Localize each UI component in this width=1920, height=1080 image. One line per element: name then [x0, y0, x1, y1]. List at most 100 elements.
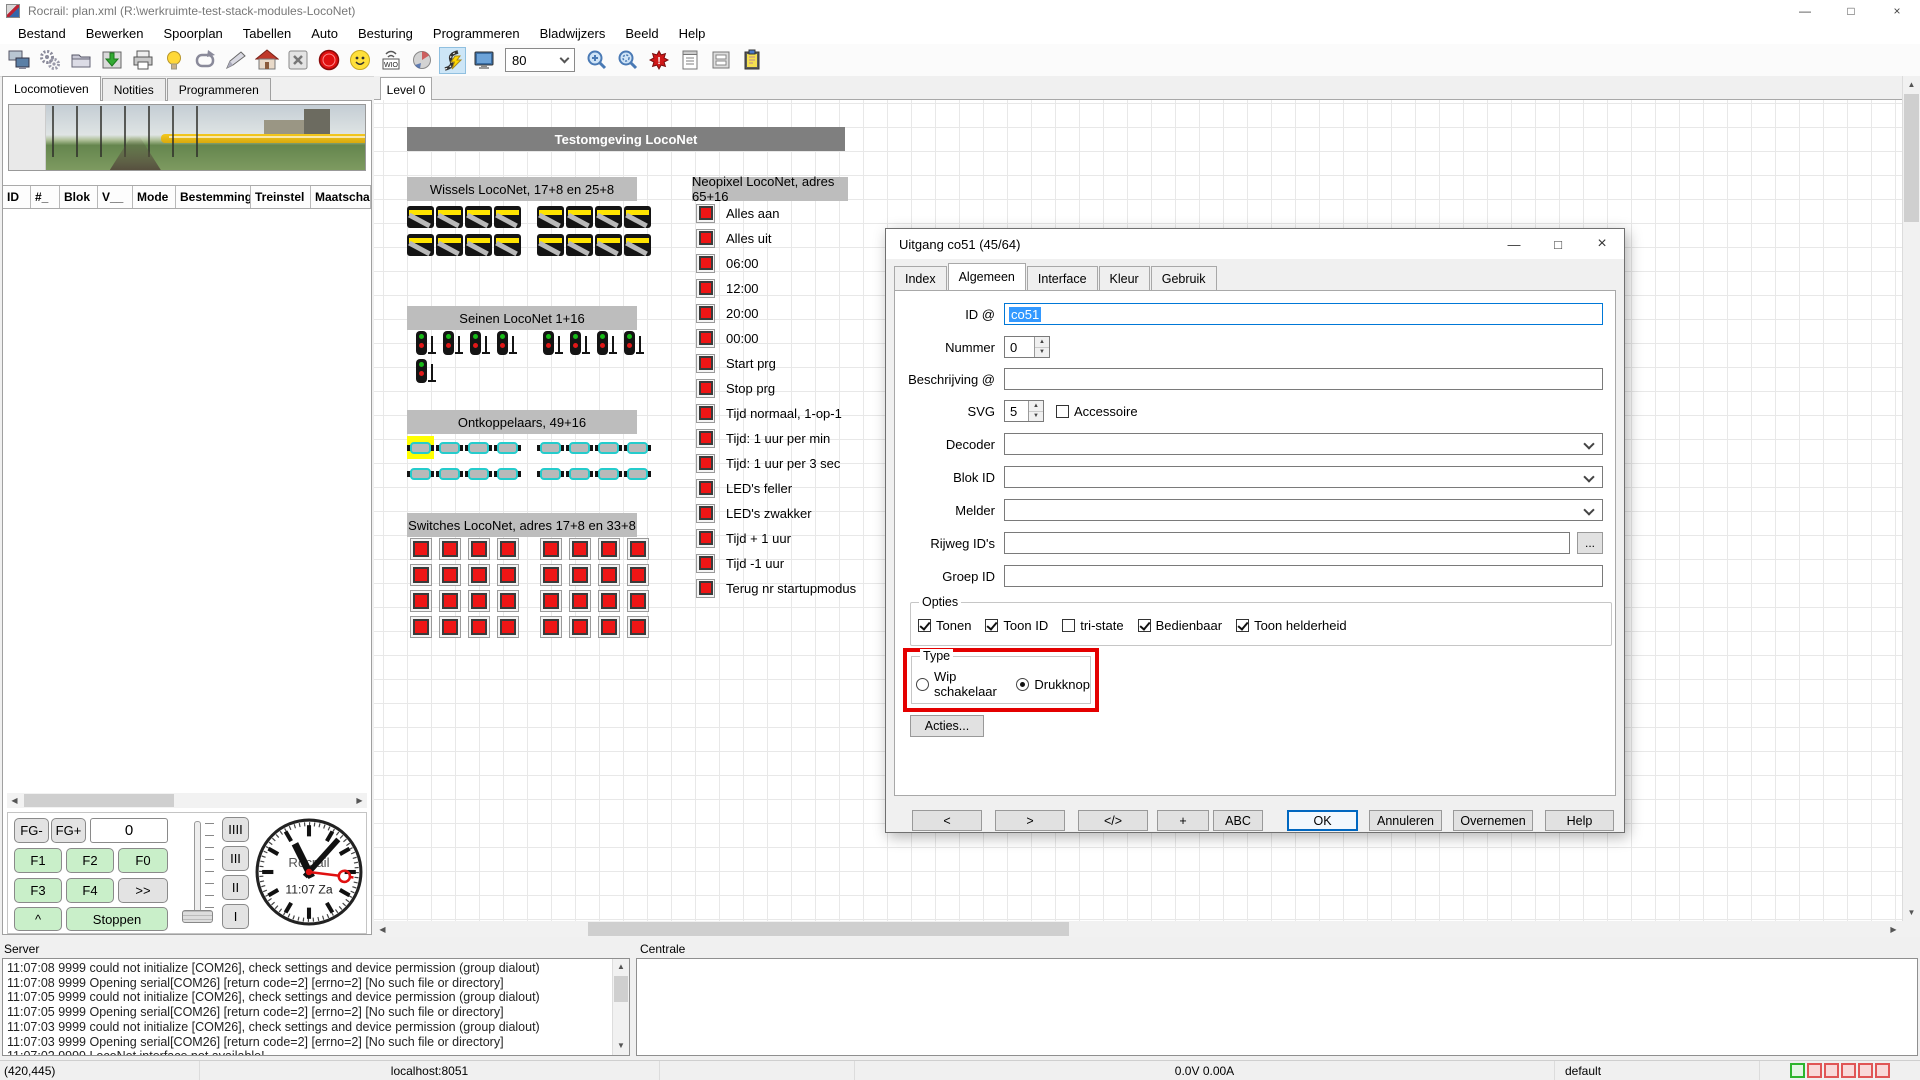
lamp-icon[interactable]	[160, 47, 187, 74]
tab-level0[interactable]: Level 0	[380, 77, 432, 101]
dialog-minimize-button[interactable]: —	[1492, 229, 1536, 259]
menu-bladwijzers[interactable]: Bladwijzers	[530, 26, 616, 41]
step1-button[interactable]: I	[222, 904, 249, 929]
refresh-loop-icon[interactable]	[191, 47, 218, 74]
f4-button[interactable]: F4	[66, 878, 114, 903]
dialog-maximize-button[interactable]: □	[1536, 229, 1580, 259]
menu-beeld[interactable]: Beeld	[615, 26, 668, 41]
step4-button[interactable]: IIII	[222, 817, 249, 842]
fg-plus-button[interactable]: FG+	[51, 818, 86, 843]
step3-button[interactable]: III	[222, 846, 249, 871]
signal-symbol[interactable]	[468, 331, 492, 357]
output-button[interactable]	[439, 538, 461, 560]
decoder-combobox[interactable]	[1004, 433, 1603, 455]
scroll-right-icon[interactable]: ▶	[1885, 921, 1902, 937]
zoom-in-icon[interactable]	[583, 47, 610, 74]
output-button[interactable]	[696, 579, 715, 598]
output-button[interactable]	[696, 204, 715, 223]
turnout-symbol[interactable]	[407, 206, 434, 228]
vscroll-thumb[interactable]	[614, 976, 628, 1002]
hscroll-thumb[interactable]	[24, 794, 174, 807]
output-button[interactable]	[696, 529, 715, 548]
tab-interface[interactable]: Interface	[1027, 266, 1098, 290]
turnout-symbol[interactable]	[566, 234, 593, 256]
output-button[interactable]	[569, 538, 591, 560]
melder-combobox[interactable]	[1004, 499, 1603, 521]
monitor-icon[interactable]	[470, 47, 497, 74]
output-button[interactable]	[540, 616, 562, 638]
notes-icon[interactable]	[676, 47, 703, 74]
add-button[interactable]: +	[1157, 810, 1209, 831]
plan-hscrollbar[interactable]: ◀ ▶	[374, 921, 1902, 937]
alert-star-icon[interactable]: !	[645, 47, 672, 74]
settings-gears-icon[interactable]	[36, 47, 63, 74]
col-mode[interactable]: Mode	[133, 186, 176, 208]
signal-symbol[interactable]	[622, 331, 646, 357]
tab-algemeen[interactable]: Algemeen	[948, 263, 1026, 290]
menu-bewerken[interactable]: Bewerken	[76, 26, 154, 41]
vscroll-thumb[interactable]	[1904, 94, 1919, 222]
id-input[interactable]: co51	[1004, 303, 1603, 325]
tri-state-checkbox[interactable]: tri-state	[1062, 618, 1123, 633]
help-button[interactable]: Help	[1545, 810, 1614, 831]
output-button[interactable]	[696, 304, 715, 323]
output-button[interactable]	[598, 590, 620, 612]
toon-id-checkbox[interactable]: Toon ID	[985, 618, 1048, 633]
signal-symbol[interactable]	[495, 331, 519, 357]
hscroll-thumb[interactable]	[588, 922, 1069, 936]
output-button[interactable]	[696, 454, 715, 473]
save-icon[interactable]	[98, 47, 125, 74]
signal-symbol[interactable]	[568, 331, 592, 357]
signal-symbol[interactable]	[414, 331, 438, 357]
card-index-icon[interactable]	[707, 47, 734, 74]
accessoire-checkbox[interactable]: Accessoire	[1056, 404, 1138, 419]
dialog-close-button[interactable]: ×	[1580, 229, 1624, 259]
output-button[interactable]	[468, 538, 490, 560]
tab-index[interactable]: Index	[894, 266, 947, 290]
decoupler-symbol[interactable]	[407, 462, 434, 485]
close-button[interactable]: ×	[1874, 0, 1920, 22]
signal-symbol[interactable]	[541, 331, 565, 357]
wip-schakelaar-radio[interactable]: Wip schakelaar	[916, 669, 1008, 699]
nummer-spinner[interactable]: 0▲▼	[1004, 336, 1050, 358]
turnout-symbol[interactable]	[624, 234, 651, 256]
output-button[interactable]	[439, 590, 461, 612]
beschrijving-input[interactable]	[1004, 368, 1603, 390]
track-power-icon[interactable]	[439, 47, 466, 74]
col-v[interactable]: V__	[98, 186, 133, 208]
direction-button[interactable]: ^	[14, 907, 62, 931]
decoupler-symbol[interactable]	[436, 462, 463, 485]
decoupler-symbol[interactable]	[595, 462, 622, 485]
turnout-symbol[interactable]	[494, 234, 521, 256]
decoupler-symbol[interactable]	[465, 462, 492, 485]
loco-list-hscrollbar[interactable]: ◀ ▶	[7, 793, 367, 808]
xml-button[interactable]: </>	[1078, 810, 1148, 831]
output-button[interactable]	[696, 279, 715, 298]
scroll-right-icon[interactable]: ▶	[352, 793, 367, 808]
decoupler-symbol[interactable]	[624, 436, 651, 459]
output-button[interactable]	[627, 538, 649, 560]
ok-button[interactable]: OK	[1287, 810, 1358, 831]
shift-button[interactable]: >>	[118, 878, 168, 903]
f2-button[interactable]: F2	[66, 848, 114, 873]
scroll-up-icon[interactable]: ▲	[613, 959, 629, 976]
acties-button[interactable]: Acties...	[910, 715, 984, 737]
overnemen-button[interactable]: Overnemen	[1453, 810, 1533, 831]
decoupler-symbol[interactable]	[465, 436, 492, 459]
annuleren-button[interactable]: Annuleren	[1369, 810, 1442, 831]
drukknop-radio[interactable]: Drukknop	[1016, 677, 1090, 692]
output-button[interactable]	[696, 379, 715, 398]
col-maatschappij[interactable]: Maatschappij	[311, 186, 371, 208]
next-button[interactable]: >	[995, 810, 1065, 831]
signal-symbol[interactable]	[441, 331, 465, 357]
output-button[interactable]	[497, 564, 519, 586]
decoupler-symbol[interactable]	[494, 462, 521, 485]
toon-helderheid-checkbox[interactable]: Toon helderheid	[1236, 618, 1347, 633]
groep-id-input[interactable]	[1004, 565, 1603, 587]
col-bestemming[interactable]: Bestemming	[176, 186, 251, 208]
output-button[interactable]	[696, 229, 715, 248]
output-button[interactable]	[598, 616, 620, 638]
turnout-symbol[interactable]	[465, 206, 492, 228]
menu-tabellen[interactable]: Tabellen	[233, 26, 301, 41]
minimize-button[interactable]: —	[1782, 0, 1828, 22]
